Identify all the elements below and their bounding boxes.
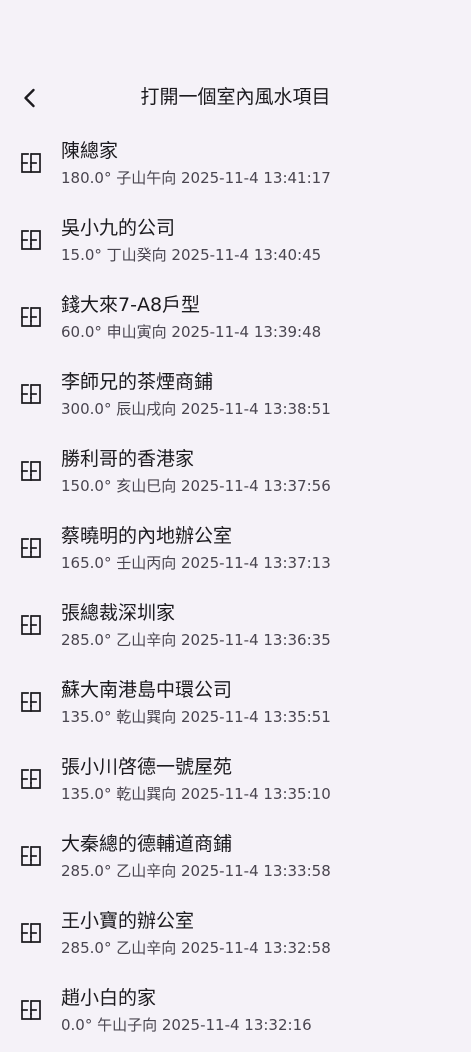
project-list-item[interactable]: 蘇大南港島中環公司 135.0° 乾山巽向 2025-11-4 13:35:51 [0,667,471,744]
project-list-item[interactable]: 大秦總的德輔道商鋪 285.0° 乙山辛向 2025-11-4 13:33:58 [0,821,471,898]
project-detail: 0.0° 午山子向 2025-11-4 13:32:16 [61,1016,312,1034]
project-detail: 60.0° 申山寅向 2025-11-4 13:39:48 [61,323,322,341]
project-name: 陳總家 [61,140,119,162]
floorplan-icon [20,306,42,328]
project-name: 李師兄的茶煙商鋪 [61,371,214,393]
project-list-item[interactable]: 李師兄的茶煙商鋪 300.0° 辰山戌向 2025-11-4 13:38:51 [0,359,471,436]
floorplan-icon [20,229,42,251]
project-detail: 165.0° 壬山丙向 2025-11-4 13:37:13 [61,554,331,572]
project-list-item[interactable]: 蔡曉明的內地辦公室 165.0° 壬山丙向 2025-11-4 13:37:13 [0,513,471,590]
project-list-item[interactable]: 趙小白的家 0.0° 午山子向 2025-11-4 13:32:16 [0,975,471,1052]
project-name: 錢大來7-A8戶型 [61,294,201,316]
floorplan-icon [20,152,42,174]
project-detail: 285.0° 乙山辛向 2025-11-4 13:32:58 [61,939,331,957]
floorplan-icon [20,845,42,867]
project-name: 勝利哥的香港家 [61,448,195,470]
project-name: 趙小白的家 [61,987,157,1009]
project-detail: 15.0° 丁山癸向 2025-11-4 13:40:45 [61,246,322,264]
floorplan-icon [20,999,42,1021]
floorplan-icon [20,691,42,713]
project-detail: 180.0° 子山午向 2025-11-4 13:41:17 [61,169,331,187]
project-list: 陳總家 180.0° 子山午向 2025-11-4 13:41:17 吳小九的公司 1… [0,128,471,1052]
project-name: 張總裁深圳家 [61,602,176,624]
project-detail: 135.0° 乾山巽向 2025-11-4 13:35:51 [61,708,331,726]
project-list-item[interactable]: 勝利哥的香港家 150.0° 亥山巳向 2025-11-4 13:37:56 [0,436,471,513]
floorplan-icon [20,383,42,405]
project-name: 王小寶的辦公室 [61,910,195,932]
floorplan-icon [20,614,42,636]
project-list-item[interactable]: 王小寶的辦公室 285.0° 乙山辛向 2025-11-4 13:32:58 [0,898,471,975]
floorplan-icon [20,922,42,944]
project-list-item[interactable]: 張總裁深圳家 285.0° 乙山辛向 2025-11-4 13:36:35 [0,590,471,667]
page-title: 打開一個室內風水項目 [140,86,331,108]
project-list-item[interactable]: 吳小九的公司 15.0° 丁山癸向 2025-11-4 13:40:45 [0,205,471,282]
project-list-item[interactable]: 張小川啓德一號屋苑 135.0° 乾山巽向 2025-11-4 13:35:10 [0,744,471,821]
project-name: 蘇大南港島中環公司 [61,679,233,701]
project-list-item[interactable]: 陳總家 180.0° 子山午向 2025-11-4 13:41:17 [0,128,471,205]
project-name: 張小川啓德一號屋苑 [61,756,233,778]
app-bar: 打開一個室內風水項目 [0,60,471,134]
project-detail: 135.0° 乾山巽向 2025-11-4 13:35:10 [61,785,331,803]
project-detail: 150.0° 亥山巳向 2025-11-4 13:37:56 [61,477,331,495]
project-detail: 300.0° 辰山戌向 2025-11-4 13:38:51 [61,400,331,418]
project-detail: 285.0° 乙山辛向 2025-11-4 13:36:35 [61,631,331,649]
floorplan-icon [20,537,42,559]
project-list-item[interactable]: 錢大來7-A8戶型 60.0° 申山寅向 2025-11-4 13:39:48 [0,282,471,359]
project-name: 蔡曉明的內地辦公室 [61,525,233,547]
project-detail: 285.0° 乙山辛向 2025-11-4 13:33:58 [61,862,331,880]
floorplan-icon [20,768,42,790]
project-name: 吳小九的公司 [61,217,176,239]
floorplan-icon [20,460,42,482]
project-name: 大秦總的德輔道商鋪 [61,833,233,855]
